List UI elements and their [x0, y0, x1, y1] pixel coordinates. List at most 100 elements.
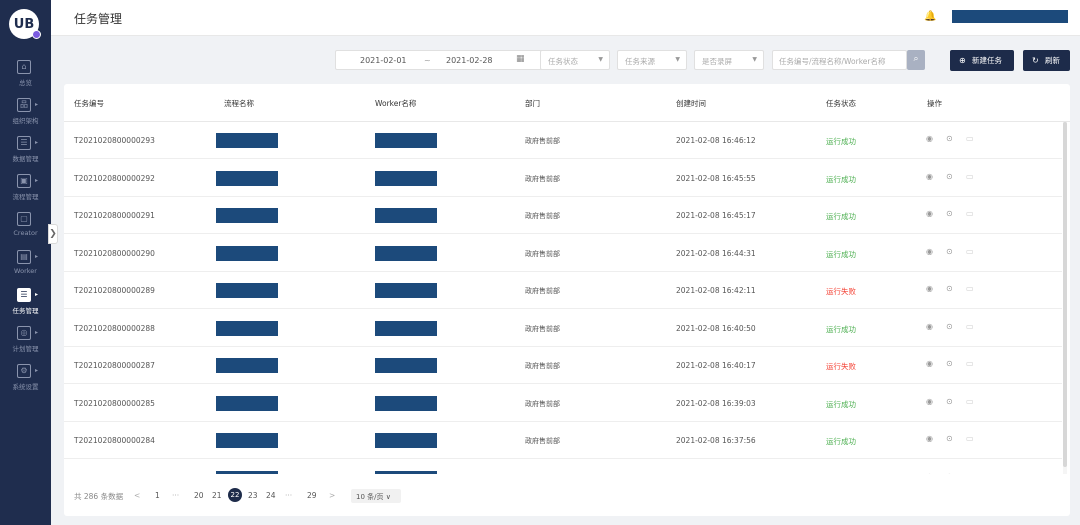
task-id-cell: T2021020800000291 — [74, 211, 155, 220]
department-cell: 政府售前部 — [525, 362, 560, 370]
worker-name-redacted — [375, 358, 437, 373]
chevron-right-icon: ▸ — [35, 253, 39, 260]
table-row[interactable]: T2021020800000288 政府售前部 2021-02-08 16:40:5… — [64, 310, 1062, 347]
worker-name-redacted — [375, 320, 437, 336]
history-icon[interactable]: ⊙ — [946, 172, 953, 181]
status-badge: 运行成功 — [826, 437, 856, 446]
page-ellipsis-right[interactable]: ··· — [285, 491, 292, 500]
status-badge: 运行成功 — [826, 474, 856, 475]
status-badge: 运行成功 — [826, 137, 856, 146]
task-status-select[interactable]: 任务状态 ▼ — [540, 50, 610, 70]
date-start[interactable]: 2021-02-01 — [360, 56, 407, 65]
sidebar-collapse-button[interactable]: ❯ — [48, 224, 58, 244]
app-logo[interactable]: UB — [9, 9, 41, 39]
sidebar-item-6[interactable]: ☰ ▸ 任务管理 — [0, 288, 51, 326]
date-end[interactable]: 2021-02-28 — [446, 56, 493, 65]
scrollbar-thumb[interactable] — [1063, 122, 1067, 467]
sidebar-item-8[interactable]: ⚙ ▸ 系统设置 — [0, 364, 51, 402]
view-icon[interactable]: ◉ — [926, 359, 933, 368]
page-29[interactable]: 29 — [307, 491, 317, 500]
history-icon[interactable]: ⊙ — [946, 322, 953, 331]
view-icon[interactable]: ◉ — [926, 284, 933, 293]
calendar-icon[interactable]: ▦ — [516, 54, 525, 64]
page-22-current[interactable]: 22 — [228, 488, 242, 502]
sidebar-item-5[interactable]: ▤ ▸ Worker — [0, 250, 51, 288]
table-row[interactable]: T2021020800000282 政府售前部 2021-02-08 16:32:5… — [64, 460, 1062, 475]
flow-name-redacted — [216, 358, 278, 373]
view-icon[interactable]: ◉ — [926, 397, 933, 406]
table-row[interactable]: T2021020800000292 政府售前部 2021-02-08 16:45:5… — [64, 160, 1062, 197]
history-icon[interactable]: ⊙ — [946, 134, 953, 143]
page-20[interactable]: 20 — [194, 491, 204, 500]
video-icon[interactable]: ▭ — [966, 472, 974, 475]
settings-icon: ⚙ — [17, 364, 31, 378]
sidebar-item-2[interactable]: ☰ ▸ 数据管理 — [0, 136, 51, 174]
history-icon[interactable]: ⊙ — [946, 472, 953, 475]
bell-icon[interactable]: 🔔 — [924, 11, 936, 22]
page-23[interactable]: 23 — [248, 491, 258, 500]
search-input[interactable]: 任务编号/流程名称/Worker名称 — [772, 50, 907, 70]
refresh-button[interactable]: ↻ 刷新 — [1023, 50, 1070, 71]
history-icon[interactable]: ⊙ — [946, 247, 953, 256]
history-icon[interactable]: ⊙ — [946, 434, 953, 443]
video-icon[interactable]: ▭ — [966, 434, 974, 443]
view-icon[interactable]: ◉ — [926, 434, 933, 443]
new-task-button[interactable]: ⊕ 新建任务 — [950, 50, 1014, 71]
view-icon[interactable]: ◉ — [926, 247, 933, 256]
video-icon[interactable]: ▭ — [966, 359, 974, 368]
vertical-scrollbar[interactable] — [1063, 122, 1067, 474]
department-cell: 政府售前部 — [525, 324, 560, 333]
video-icon[interactable]: ▭ — [966, 209, 974, 218]
table-row[interactable]: T2021020800000291 政府售前部 2021-02-08 16:45:1… — [64, 197, 1062, 234]
history-icon[interactable]: ⊙ — [946, 397, 953, 406]
worker-name-redacted — [375, 245, 437, 261]
table-row[interactable]: T2021020800000289 政府售前部 2021-02-08 16:42:1… — [64, 272, 1062, 309]
page-size-select[interactable]: 10 条/页 ∨ — [351, 489, 401, 503]
history-icon[interactable]: ⊙ — [946, 359, 953, 368]
chevron-right-icon: ▸ — [35, 177, 39, 184]
history-icon[interactable]: ⊙ — [946, 209, 953, 218]
column-header-task-id: 任务编号 — [74, 99, 104, 108]
table-row[interactable]: T2021020800000284 政府售前部 2021-02-08 16:37:5… — [64, 422, 1062, 459]
sidebar-item-1[interactable]: 品 ▸ 组织架构 — [0, 98, 51, 136]
view-icon[interactable]: ◉ — [926, 209, 933, 218]
sidebar-item-label: 总览 — [19, 79, 32, 87]
sidebar-item-3[interactable]: ▣ ▸ 流程管理 — [0, 174, 51, 212]
sidebar-item-7[interactable]: ◎ ▸ 计划管理 — [0, 326, 51, 364]
page-1[interactable]: 1 — [155, 491, 160, 500]
table-row[interactable]: T2021020800000287 政府售前部 2021-02-08 16:40:1… — [64, 347, 1062, 384]
chevron-right-icon: ▸ — [35, 291, 39, 298]
video-icon[interactable]: ▭ — [966, 284, 974, 293]
view-icon[interactable]: ◉ — [926, 322, 933, 331]
video-icon[interactable]: ▭ — [966, 172, 974, 181]
search-icon[interactable]: ⌕ — [907, 50, 925, 70]
view-icon[interactable]: ◉ — [926, 172, 933, 181]
next-page-button[interactable]: > — [329, 491, 335, 500]
sidebar-item-4[interactable]: ▢ Creator — [0, 212, 51, 250]
worker-name-redacted — [375, 208, 437, 223]
history-icon[interactable]: ⊙ — [946, 284, 953, 293]
page-24[interactable]: 24 — [266, 491, 276, 500]
video-icon[interactable]: ▭ — [966, 397, 974, 406]
table-row[interactable]: T2021020800000293 政府售前部 2021-02-08 16:46:1… — [64, 122, 1062, 159]
sidebar-item-0[interactable]: ⌂ 总览 — [0, 60, 51, 98]
table-row[interactable]: T2021020800000290 政府售前部 2021-02-08 16:44:3… — [64, 235, 1062, 272]
view-icon[interactable]: ◉ — [926, 472, 933, 475]
task-id-cell: T2021020800000290 — [74, 248, 155, 258]
video-icon[interactable]: ▭ — [966, 134, 974, 143]
prev-page-button[interactable]: < — [134, 491, 140, 500]
sidebar-item-label: 计划管理 — [12, 345, 39, 353]
video-icon[interactable]: ▭ — [966, 247, 974, 256]
user-account-redacted[interactable] — [952, 10, 1068, 23]
video-icon[interactable]: ▭ — [966, 322, 974, 331]
flow-name-redacted — [216, 283, 278, 298]
task-id-cell: T2021020800000292 — [74, 173, 155, 183]
department-cell: 政府售前部 — [525, 474, 560, 475]
table-row[interactable]: T2021020800000285 政府售前部 2021-02-08 16:39:0… — [64, 385, 1062, 422]
task-source-select[interactable]: 任务来源 ▼ — [617, 50, 687, 70]
page-ellipsis-left[interactable]: ··· — [172, 491, 179, 500]
org-chart-icon: 品 — [17, 98, 31, 112]
view-icon[interactable]: ◉ — [926, 134, 933, 143]
page-21[interactable]: 21 — [212, 491, 222, 500]
record-screen-select[interactable]: 是否录屏 ▼ — [694, 50, 764, 70]
